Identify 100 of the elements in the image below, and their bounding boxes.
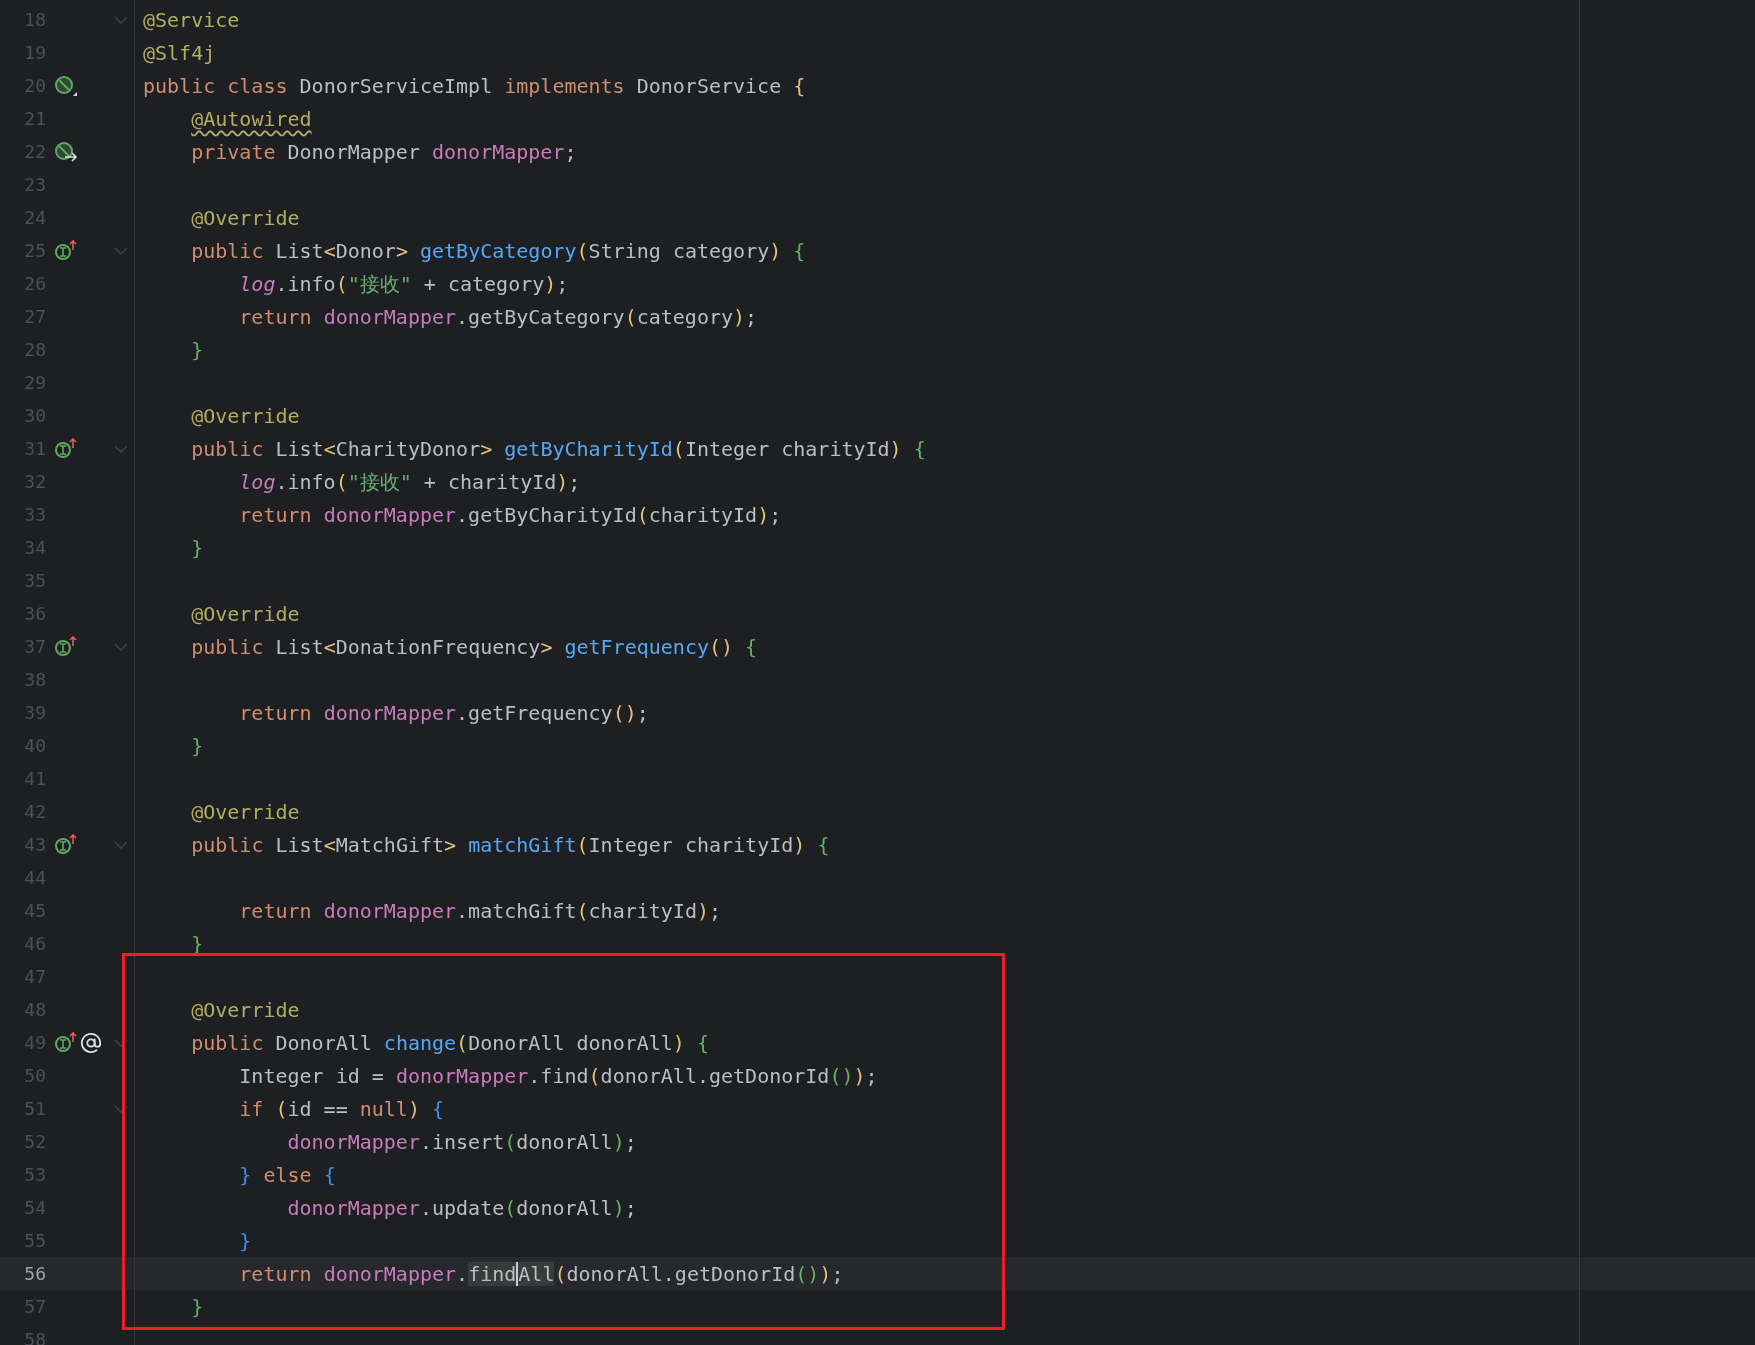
bracket: { [793,73,806,98]
code-text: String category [588,238,770,263]
bracket: ( [456,1030,469,1055]
code-text: .getFrequency [456,700,613,725]
keyword: return [239,1261,313,1286]
bracket: ( [672,436,685,461]
code-text: charityId [648,502,758,527]
code-text: + category [423,271,545,296]
bracket: { [913,436,926,461]
bracket: ) [696,898,709,923]
code-text: .find [528,1063,589,1088]
implements-method-icon[interactable] [54,833,78,856]
annotation: @Override [191,403,300,428]
code-text: Integer id = [239,1063,385,1088]
implements-method-icon[interactable] [54,635,78,658]
bracket: ( [504,1195,517,1220]
keyword: public [191,238,265,263]
code-text: donorAll [516,1195,613,1220]
bracket: ) [819,1261,832,1286]
at-sign-icon[interactable] [80,1031,102,1054]
code-text: ; [636,700,649,725]
bracket: ) [612,1129,625,1154]
code-text: .insert [419,1129,505,1154]
annotation: @Slf4j [143,40,216,65]
field-name: donorMapper [287,1129,420,1154]
bracket: > [480,436,494,461]
code-text: .info [275,271,336,296]
bracket: ( [335,271,348,296]
code-text: DonorService [636,73,783,98]
code-text: ; [556,271,569,296]
code-text: ; [564,139,577,164]
bracket: { [793,238,806,263]
code-text: List [275,634,324,659]
bracket: ) [793,832,807,857]
annotation: @Service [143,7,240,32]
bracket: () [829,1063,854,1088]
static-field: log [239,271,276,296]
code-text: category [636,304,734,329]
code-text: ; [745,304,758,329]
bracket: ( [624,304,637,329]
line-number: 56 [23,1262,46,1286]
keyword: else [263,1162,313,1187]
annotation: @Override [191,601,300,626]
code-text: ; [568,469,581,494]
bracket: { [745,634,758,659]
code-text: ; [708,898,721,923]
autowired-bean-icon[interactable] [54,140,78,163]
bracket: { [432,1096,445,1121]
keyword: public [191,1030,265,1055]
fold-chevron-icon[interactable] [114,1038,128,1047]
method-name: getByCategory [420,238,577,263]
field-name: donorMapper [323,304,457,329]
bracket: < [323,238,336,263]
code-text: + charityId [423,469,557,494]
bracket: ( [554,1261,567,1286]
code-text: ; [831,1261,844,1286]
bracket: ( [576,898,589,923]
implements-method-icon[interactable] [54,1031,78,1054]
annotation: @Autowired [191,106,312,131]
code-text: List [275,436,324,461]
code-text: donorAll.getDonorId [600,1063,830,1088]
method-name: getFrequency [564,634,709,659]
code-text: ; [624,1129,637,1154]
bracket: ) [769,238,783,263]
code-text: ; [769,502,782,527]
keyword: return [239,502,313,527]
keyword: return [239,304,313,329]
code-text: id == [287,1096,349,1121]
bracket: > [395,238,409,263]
bracket: { [817,832,830,857]
keyword: public [191,634,265,659]
bracket: () [709,634,735,659]
bracket: > [444,832,458,857]
field-name: donorMapper [432,139,565,164]
bracket: ( [576,238,589,263]
fold-chevron-icon[interactable] [114,1104,128,1113]
implements-method-icon[interactable] [54,239,78,262]
annotation: @Override [191,205,300,230]
code-text: Donor [335,238,396,263]
implements-method-icon[interactable] [54,437,78,460]
string-literal: "接收" [347,469,412,494]
bracket: ) [757,502,770,527]
bracket: ( [636,502,649,527]
code-text: Integer charityId [588,832,794,857]
keyword: public [191,436,265,461]
code-text: DonorAll donorAll [468,1030,673,1055]
annotation: @Override [191,799,300,824]
code-text: DonationFrequency [335,634,541,659]
code-text: ; [624,1195,637,1220]
bracket: { [323,1162,336,1187]
bean-class-icon[interactable] [54,74,78,97]
field-name: donorMapper [323,502,457,527]
keyword: implements [504,73,626,98]
code-text: List [275,238,324,263]
string-literal: "接收" [347,271,412,296]
keyword: return [239,700,313,725]
code-text: DonorAll [275,1030,373,1055]
bracket: ) [672,1030,686,1055]
code-text: .matchGift [456,898,577,923]
code-text: .getByCategory [456,304,625,329]
